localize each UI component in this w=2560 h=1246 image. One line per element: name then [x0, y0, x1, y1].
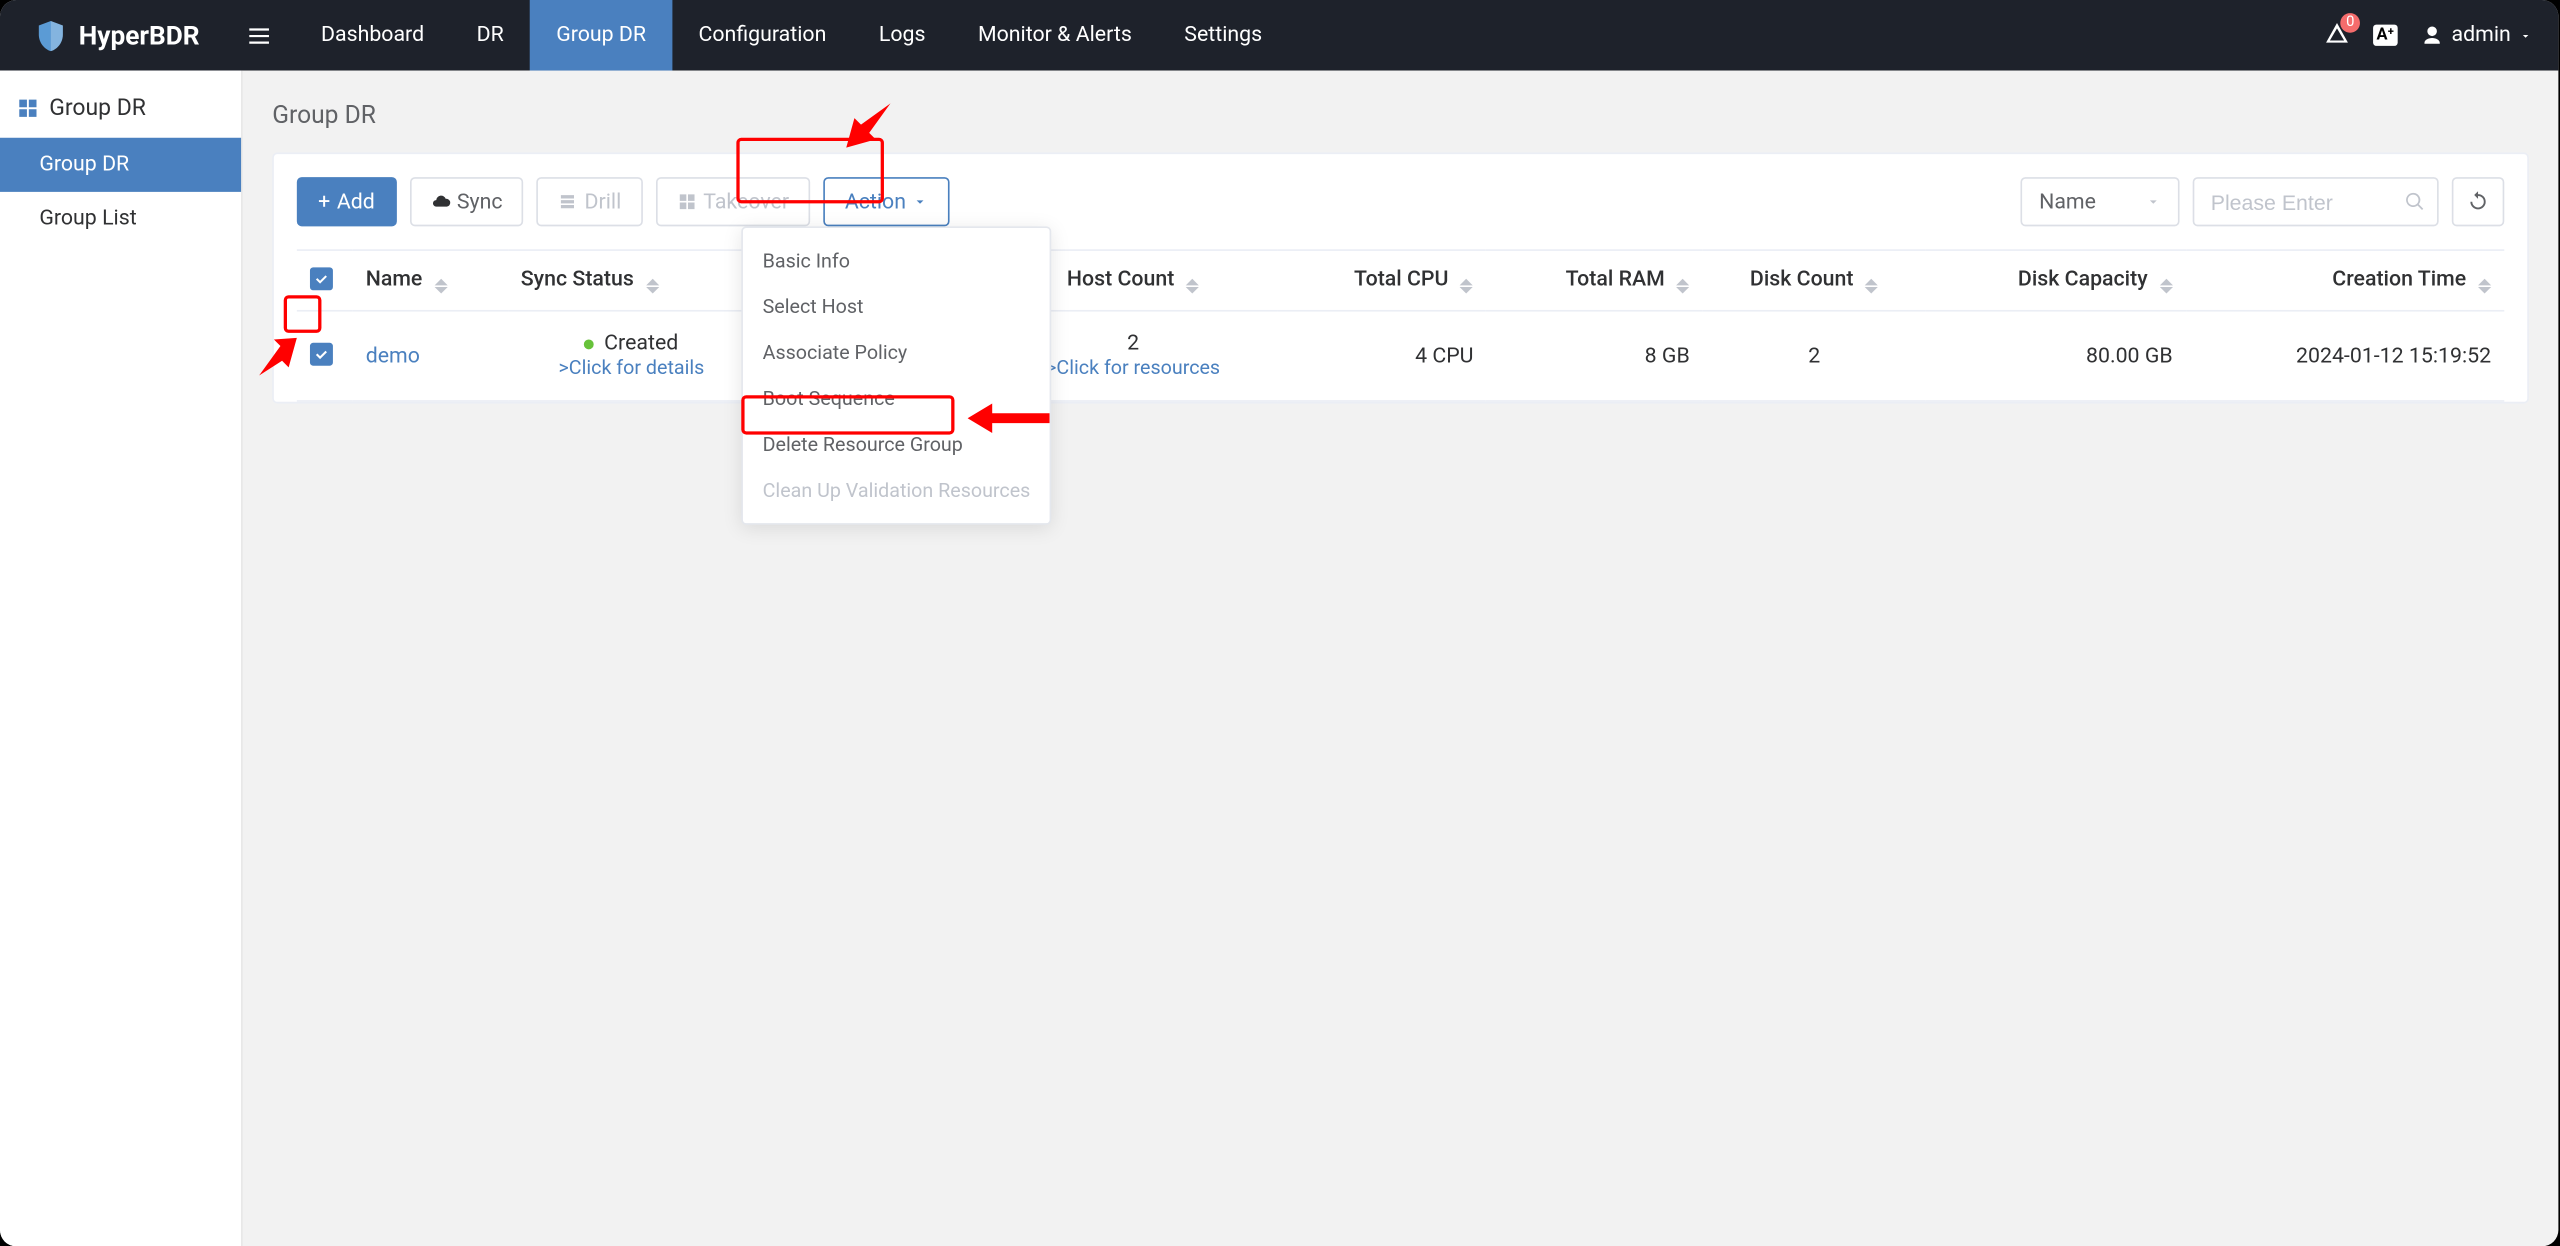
page-title: Group DR [272, 100, 2529, 130]
action-dropdown-menu: Basic InfoSelect HostAssociate PolicyBoo… [741, 226, 1051, 524]
total-cpu-text: 4 CPU [1415, 344, 1473, 369]
nav-monitor-alerts[interactable]: Monitor & Alerts [952, 0, 1158, 71]
column-total-ram[interactable]: Total RAM [1487, 250, 1703, 311]
refresh-button[interactable] [2452, 177, 2504, 226]
column-name[interactable]: Name [353, 250, 508, 311]
shield-icon [33, 17, 69, 53]
brand-logo: HyperBDR [0, 17, 223, 53]
disk-capacity-text: 80.00 GB [2086, 344, 2173, 369]
column-disk-count[interactable]: Disk Count [1703, 250, 1926, 311]
nav-configuration[interactable]: Configuration [672, 0, 852, 71]
sync-details-link[interactable]: >Click for details [558, 356, 704, 379]
takeover-icon [677, 192, 697, 212]
row-checkbox[interactable] [310, 343, 333, 366]
row-name-link[interactable]: demo [366, 344, 420, 369]
table-row: demoCreated>Click for detailsNo Task2>Cl… [297, 311, 2504, 401]
search-input[interactable] [2193, 177, 2439, 226]
brand-text: HyperBDR [79, 20, 200, 51]
content-card: +Add Sync Drill Takeover Action [272, 153, 2529, 404]
host-count-text: 2 [1127, 331, 1139, 356]
main-content: Group DR +Add Sync Drill Takeover [243, 71, 2559, 1246]
toolbar: +Add Sync Drill Takeover Action [297, 177, 2504, 226]
sidebar-title: Group DR [0, 79, 241, 138]
chevron-down-icon [2145, 194, 2161, 210]
grid-icon [16, 97, 39, 120]
hamburger-icon [246, 22, 272, 48]
annotation-arrow [845, 102, 894, 151]
takeover-button: Takeover [656, 177, 811, 226]
host-resources-link[interactable]: >Click for resources [1046, 356, 1220, 379]
user-label: admin [2452, 23, 2511, 48]
select-all-checkbox[interactable] [310, 267, 333, 290]
user-icon [2420, 24, 2443, 47]
cloud-icon [431, 192, 451, 212]
sync-button[interactable]: Sync [409, 177, 524, 226]
sidebar-item-group-list[interactable]: Group List [0, 192, 241, 246]
column-total-cpu[interactable]: Total CPU [1277, 250, 1487, 311]
language-toggle[interactable]: A⁺ [2373, 25, 2397, 46]
creation-time-text: 2024-01-12 15:19:52 [2296, 344, 2491, 369]
drill-button: Drill [537, 177, 643, 226]
drill-icon [558, 192, 578, 212]
action-select-host[interactable]: Select Host [743, 284, 1050, 330]
nav-logs[interactable]: Logs [853, 0, 952, 71]
annotation-arrow [968, 402, 1050, 435]
sidebar-item-group-dr[interactable]: Group DR [0, 138, 241, 192]
total-ram-text: 8 GB [1645, 344, 1690, 369]
nav-settings[interactable]: Settings [1158, 0, 1288, 71]
add-button[interactable]: +Add [297, 177, 396, 226]
column-sync-status[interactable]: Sync Status [508, 250, 755, 311]
column-creation-time[interactable]: Creation Time [2186, 250, 2505, 311]
action-associate-policy[interactable]: Associate Policy [743, 330, 1050, 376]
user-menu[interactable]: admin [2420, 23, 2532, 48]
refresh-icon [2467, 190, 2490, 213]
menu-toggle[interactable] [223, 0, 295, 71]
topbar: HyperBDR DashboardDRGroup DRConfiguratio… [0, 0, 2558, 71]
annotation-arrow [257, 336, 298, 377]
action-clean-up-validation-resources: Clean Up Validation Resources [743, 467, 1050, 513]
caret-down-icon [2519, 29, 2532, 42]
nav-dashboard[interactable]: Dashboard [295, 0, 451, 71]
top-nav: DashboardDRGroup DRConfigurationLogsMoni… [295, 0, 1289, 71]
action-dropdown-button[interactable]: Action [824, 177, 951, 226]
check-icon [313, 271, 329, 287]
column-disk-capacity[interactable]: Disk Capacity [1926, 250, 2186, 311]
search-icon [2404, 191, 2425, 212]
chevron-down-icon [913, 194, 929, 210]
plus-icon: + [318, 189, 330, 214]
action-basic-info[interactable]: Basic Info [743, 238, 1050, 284]
disk-count-text: 2 [1808, 344, 1820, 369]
status-dot [584, 339, 594, 349]
sidebar: Group DR Group DRGroup List [0, 71, 243, 1246]
nav-dr[interactable]: DR [450, 0, 530, 71]
group-table: Name Sync Status Boot Status Host Count … [297, 249, 2504, 402]
filter-field-select[interactable]: Name [2021, 177, 2179, 226]
sync-status-text: Created [604, 331, 678, 356]
nav-group-dr[interactable]: Group DR [530, 0, 672, 71]
alert-badge: 0 [2340, 12, 2360, 32]
alerts-button[interactable]: 0 [2324, 19, 2350, 52]
